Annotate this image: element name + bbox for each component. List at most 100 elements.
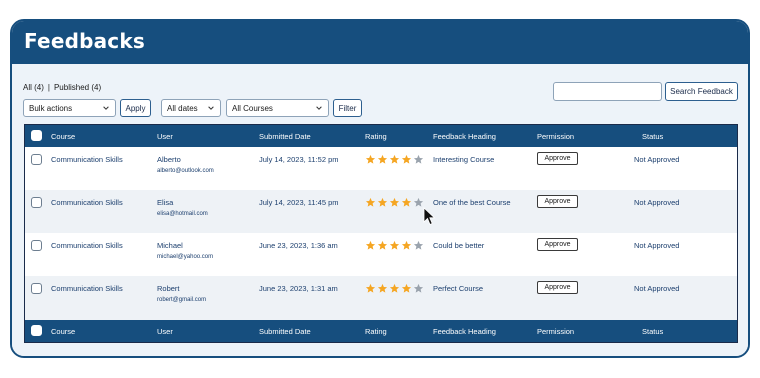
submitted-date: July 14, 2023, 11:52 pm bbox=[259, 155, 339, 164]
course-link[interactable]: Communication Skills bbox=[51, 241, 123, 250]
apply-button[interactable]: Apply bbox=[120, 99, 151, 117]
column-permission: Permission bbox=[537, 132, 575, 141]
bulk-actions-select[interactable]: Bulk actions bbox=[23, 99, 116, 117]
column-course[interactable]: Course bbox=[51, 132, 75, 141]
status-text: Not Approved bbox=[634, 284, 680, 293]
chevron-down-icon bbox=[208, 106, 214, 110]
row-checkbox[interactable] bbox=[31, 154, 42, 165]
submitted-date: June 23, 2023, 1:31 am bbox=[259, 284, 338, 293]
filter-button[interactable]: Filter bbox=[333, 99, 362, 117]
status-text: Not Approved bbox=[634, 198, 680, 207]
row-checkbox[interactable] bbox=[31, 197, 42, 208]
star-icon bbox=[413, 240, 424, 250]
star-icon bbox=[389, 240, 400, 250]
courses-select[interactable]: All Courses bbox=[226, 99, 329, 117]
table-row: Communication Skills Elisa elisa@hotmail… bbox=[25, 190, 737, 233]
star-icon bbox=[389, 154, 400, 164]
status-separator: | bbox=[47, 83, 50, 92]
star-icon bbox=[413, 283, 424, 293]
column-course[interactable]: Course bbox=[51, 327, 75, 336]
star-icon bbox=[377, 154, 388, 164]
star-icon bbox=[389, 197, 400, 207]
row-checkbox[interactable] bbox=[31, 283, 42, 294]
column-status: Status bbox=[642, 132, 664, 141]
column-feedback-heading[interactable]: Feedback Heading bbox=[433, 327, 496, 336]
approve-button[interactable]: Approve bbox=[537, 152, 578, 165]
column-user[interactable]: User bbox=[157, 327, 173, 336]
rating-stars bbox=[365, 154, 424, 165]
card-body: All (4) | Published (4) Search Feedback Bu… bbox=[12, 64, 748, 356]
course-link[interactable]: Communication Skills bbox=[51, 284, 123, 293]
status-text: Not Approved bbox=[634, 241, 680, 250]
select-all-checkbox[interactable] bbox=[31, 325, 42, 336]
feedback-heading[interactable]: Perfect Course bbox=[433, 284, 483, 293]
feedback-heading[interactable]: Interesting Course bbox=[433, 155, 494, 164]
star-icon bbox=[401, 283, 412, 293]
rating-stars bbox=[365, 240, 424, 251]
approve-button[interactable]: Approve bbox=[537, 195, 578, 208]
dates-value: All dates bbox=[167, 103, 198, 113]
user-email: alberto@outlook.com bbox=[157, 168, 214, 174]
star-icon bbox=[389, 283, 400, 293]
courses-value: All Courses bbox=[232, 103, 273, 113]
rating-stars bbox=[365, 197, 424, 208]
status-text: Not Approved bbox=[634, 155, 680, 164]
star-icon bbox=[377, 283, 388, 293]
user-name[interactable]: Michael bbox=[157, 241, 183, 250]
star-icon bbox=[401, 197, 412, 207]
approve-button[interactable]: Approve bbox=[537, 238, 578, 251]
star-icon bbox=[365, 197, 376, 207]
star-icon bbox=[365, 283, 376, 293]
user-email: elisa@hotmail.com bbox=[157, 211, 208, 217]
user-name[interactable]: Elisa bbox=[157, 198, 173, 207]
column-submitted-date[interactable]: Submitted Date bbox=[259, 327, 311, 336]
star-icon bbox=[377, 197, 388, 207]
chevron-down-icon bbox=[316, 106, 322, 110]
published-link[interactable]: Published (4) bbox=[54, 83, 101, 92]
star-icon bbox=[377, 240, 388, 250]
column-permission: Permission bbox=[537, 327, 575, 336]
submitted-date: June 23, 2023, 1:36 am bbox=[259, 241, 338, 250]
card-header: Feedbacks bbox=[12, 21, 748, 64]
page-title: Feedbacks bbox=[24, 29, 145, 53]
search-feedback-button[interactable]: Search Feedback bbox=[665, 82, 738, 101]
feedback-table: Course User Submitted Date Rating Feedba… bbox=[24, 124, 738, 343]
column-feedback-heading[interactable]: Feedback Heading bbox=[433, 132, 496, 141]
user-name[interactable]: Alberto bbox=[157, 155, 181, 164]
table-row: Communication Skills Michael michael@yah… bbox=[25, 233, 737, 276]
table-footer: Course User Submitted Date Rating Feedba… bbox=[25, 320, 737, 342]
column-submitted-date[interactable]: Submitted Date bbox=[259, 132, 311, 141]
table-header: Course User Submitted Date Rating Feedba… bbox=[25, 125, 737, 147]
feedbacks-card: Feedbacks All (4) | Published (4) Search F… bbox=[10, 19, 750, 358]
user-email: michael@yahoo.com bbox=[157, 254, 214, 260]
search-input[interactable] bbox=[553, 82, 662, 101]
star-icon bbox=[401, 154, 412, 164]
course-link[interactable]: Communication Skills bbox=[51, 155, 123, 164]
rating-stars bbox=[365, 283, 424, 294]
user-email: robert@gmail.com bbox=[157, 297, 207, 303]
course-link[interactable]: Communication Skills bbox=[51, 198, 123, 207]
user-name[interactable]: Robert bbox=[157, 284, 180, 293]
column-rating[interactable]: Rating bbox=[365, 327, 387, 336]
feedback-heading[interactable]: One of the best Course bbox=[433, 198, 511, 207]
star-icon bbox=[401, 240, 412, 250]
star-icon bbox=[365, 154, 376, 164]
column-rating[interactable]: Rating bbox=[365, 132, 387, 141]
all-link[interactable]: All (4) bbox=[23, 83, 44, 92]
star-icon bbox=[413, 154, 424, 164]
table-row: Communication Skills Robert robert@gmail… bbox=[25, 276, 737, 320]
approve-button[interactable]: Approve bbox=[537, 281, 578, 294]
table-row: Communication Skills Alberto alberto@out… bbox=[25, 147, 737, 190]
status-filter-links: All (4) | Published (4) bbox=[23, 83, 101, 92]
mouse-pointer-icon bbox=[423, 207, 436, 226]
bulk-actions-value: Bulk actions bbox=[29, 103, 73, 113]
star-icon bbox=[365, 240, 376, 250]
column-status: Status bbox=[642, 327, 664, 336]
column-user[interactable]: User bbox=[157, 132, 173, 141]
row-checkbox[interactable] bbox=[31, 240, 42, 251]
dates-select[interactable]: All dates bbox=[161, 99, 221, 117]
chevron-down-icon bbox=[103, 106, 109, 110]
select-all-checkbox[interactable] bbox=[31, 130, 42, 141]
feedback-heading[interactable]: Could be better bbox=[433, 241, 484, 250]
submitted-date: July 14, 2023, 11:45 pm bbox=[259, 198, 339, 207]
